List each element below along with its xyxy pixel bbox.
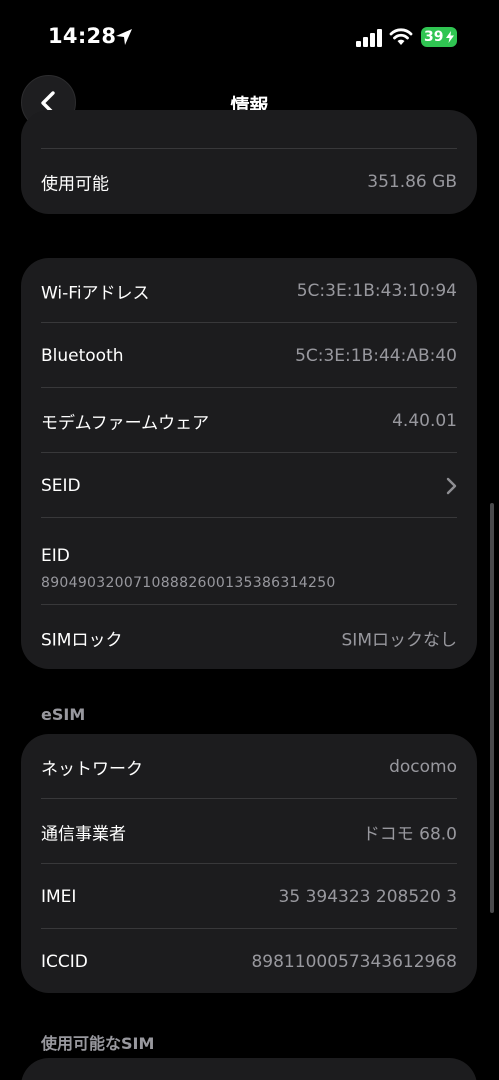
available-sim-card — [21, 1058, 477, 1080]
bluetooth-row: Bluetooth 5C:3E:1B:44:AB:40 — [21, 323, 477, 388]
carrier-value: ドコモ 68.0 — [362, 824, 457, 844]
battery-indicator: 39 — [421, 27, 457, 47]
available-value: 351.86 GB — [367, 171, 457, 192]
seid-row[interactable]: SEID — [21, 453, 477, 518]
storage-card: 使用可能 351.86 GB — [21, 110, 477, 214]
available-storage-row: 使用可能 351.86 GB — [21, 149, 477, 214]
seid-label: SEID — [41, 475, 81, 496]
network-info-card: Wi-Fiアドレス 5C:3E:1B:43:10:94 Bluetooth 5C… — [21, 258, 477, 669]
esim-section-header: eSIM — [41, 705, 86, 724]
iccid-row: ICCID 8981100057343612968 — [21, 929, 477, 993]
imei-row: IMEI 35 394323 208520 3 — [21, 864, 477, 929]
esim-card: ネットワーク docomo 通信事業者 ドコモ 68.0 IMEI 35 394… — [21, 734, 477, 993]
wifi-address-row: Wi-Fiアドレス 5C:3E:1B:43:10:94 — [21, 258, 477, 323]
modem-firmware-row: モデムファームウェア 4.40.01 — [21, 388, 477, 453]
sim-lock-row: SIMロック SIMロックなし — [21, 605, 477, 669]
carrier-row: 通信事業者 ドコモ 68.0 — [21, 799, 477, 864]
sim-lock-value: SIMロックなし — [341, 630, 457, 650]
available-label: 使用可能 — [41, 174, 109, 194]
available-sim-section-header: 使用可能なSIM — [41, 1034, 155, 1053]
charging-bolt-icon — [446, 31, 454, 43]
network-value: docomo — [389, 756, 457, 777]
scrollbar[interactable] — [490, 503, 494, 913]
imei-label: IMEI — [41, 886, 77, 907]
sim-lock-label: SIMロック — [41, 630, 123, 650]
iccid-value: 8981100057343612968 — [251, 951, 457, 972]
bluetooth-label: Bluetooth — [41, 345, 124, 366]
bluetooth-value: 5C:3E:1B:44:AB:40 — [295, 345, 457, 366]
wifi-address-label: Wi-Fiアドレス — [41, 283, 150, 303]
chevron-right-icon — [446, 477, 457, 494]
eid-row: EID 89049032007108882600135386314250 — [21, 518, 477, 604]
status-time: 14:28 — [48, 24, 117, 48]
network-row: ネットワーク docomo — [21, 734, 477, 799]
wifi-address-value: 5C:3E:1B:43:10:94 — [296, 280, 457, 301]
eid-label: EID — [41, 546, 70, 566]
modem-firmware-label: モデムファームウェア — [41, 413, 210, 433]
wifi-icon — [389, 28, 413, 45]
location-arrow-icon — [116, 29, 132, 45]
modem-firmware-value: 4.40.01 — [392, 410, 457, 431]
status-bar: 14:28 39 — [0, 0, 499, 70]
network-label: ネットワーク — [41, 759, 143, 779]
battery-level: 39 — [424, 29, 444, 45]
cellular-signal-icon — [356, 29, 382, 47]
carrier-label: 通信事業者 — [41, 824, 126, 844]
imei-value: 35 394323 208520 3 — [278, 886, 457, 907]
iccid-label: ICCID — [41, 951, 88, 972]
eid-value: 89049032007108882600135386314250 — [41, 575, 336, 591]
